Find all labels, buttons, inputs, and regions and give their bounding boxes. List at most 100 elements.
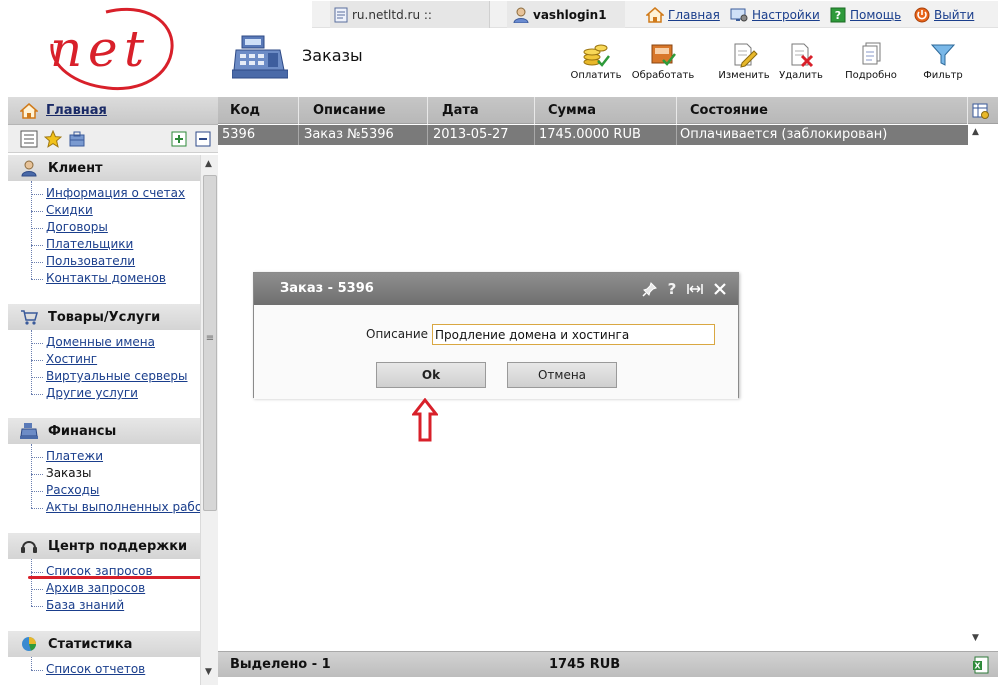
column-header-date[interactable]: Дата xyxy=(429,97,535,124)
top-bar: n e t ru.netltd.ru :: vashlogin1 Главная… xyxy=(0,0,998,97)
menu-item-contracts[interactable]: Договоры xyxy=(31,219,200,236)
dialog-header[interactable]: Заказ - 5396 ? xyxy=(254,273,738,305)
menu-group-services-title: Товары/Услуги xyxy=(48,309,161,325)
details-button[interactable]: Подробно xyxy=(838,42,904,86)
host-box: ru.netltd.ru :: xyxy=(330,1,490,28)
power-icon xyxy=(914,7,930,23)
menu-item-accounts[interactable]: Информация о счетах xyxy=(31,185,200,202)
home-icon xyxy=(20,102,38,119)
top-link-logout[interactable]: Выйти xyxy=(914,5,974,25)
menu-item-users[interactable]: Пользователи xyxy=(31,253,200,270)
sidebar-toolbar xyxy=(8,125,218,153)
excel-export-icon[interactable]: X xyxy=(972,656,990,674)
menu-group-finance-header[interactable]: Финансы xyxy=(8,418,200,444)
menu-group-services: Товары/Услуги Доменные имена Хостинг Вир… xyxy=(8,304,200,402)
cell-date: 2013-05-27 xyxy=(429,125,535,145)
menu-item-orders[interactable]: Заказы xyxy=(31,465,200,482)
help-question-icon[interactable]: ? xyxy=(666,281,678,297)
grid-scroll-down-arrow-icon[interactable]: ▼ xyxy=(972,633,979,643)
delete-button[interactable]: Удалить xyxy=(768,42,834,86)
menu-item-discounts[interactable]: Скидки xyxy=(31,202,200,219)
cash-register-icon xyxy=(232,35,288,79)
up-arrow-annotation-icon xyxy=(412,398,438,442)
menu-item-expenses[interactable]: Расходы xyxy=(31,482,200,499)
scroll-up-arrow-icon[interactable]: ▲ xyxy=(205,159,212,169)
menu-item-domain-contacts[interactable]: Контакты доменов xyxy=(31,270,200,287)
process-button[interactable]: Обработать xyxy=(630,42,696,86)
delete-icon xyxy=(791,43,814,68)
pin-icon[interactable] xyxy=(642,281,658,297)
top-link-home[interactable]: Главная xyxy=(646,5,720,25)
pay-button-label: Оплатить xyxy=(570,70,622,81)
column-header-description[interactable]: Описание xyxy=(300,97,428,124)
user-name: vashlogin1 xyxy=(533,8,607,22)
description-label: Описание xyxy=(366,327,429,341)
collapse-all-icon[interactable] xyxy=(194,130,212,148)
top-link-settings-label: Настройки xyxy=(752,8,820,22)
svg-text:t: t xyxy=(124,20,145,78)
help-icon: ? xyxy=(830,7,846,23)
scroll-down-arrow-icon[interactable]: ▼ xyxy=(205,667,212,677)
top-link-help[interactable]: ? Помощь xyxy=(830,5,901,25)
menu-group-statistics-title: Статистика xyxy=(48,636,133,652)
grid-scroll-up-arrow-icon[interactable]: ▲ xyxy=(972,127,979,137)
menu-item-acts[interactable]: Акты выполненных работ xyxy=(31,499,200,516)
edit-button-label: Изменить xyxy=(718,70,770,81)
menu-item-ticket-archive[interactable]: Архив запросов xyxy=(31,580,200,597)
menu-group-finance: Финансы Платежи Заказы Расходы Акты выпо… xyxy=(8,418,200,516)
cart-icon xyxy=(21,310,38,325)
details-icon xyxy=(862,42,881,65)
cancel-button[interactable]: Отмена xyxy=(507,362,617,388)
resize-width-icon[interactable] xyxy=(686,281,704,297)
cell-sum: 1745.0000 RUB xyxy=(536,125,677,145)
menu-group-support-header[interactable]: Центр поддержки xyxy=(8,533,200,559)
ok-button[interactable]: Ok xyxy=(376,362,486,388)
menu-group-statistics-header[interactable]: Статистика xyxy=(8,631,200,657)
svg-text:?: ? xyxy=(835,9,841,22)
sidebar: Главная Клиент Информация о счетах Скидк… xyxy=(8,97,218,685)
menu-item-domains[interactable]: Доменные имена xyxy=(31,334,200,351)
menu-group-statistics-items: Список отчетов xyxy=(8,657,200,678)
menu-item-vps[interactable]: Виртуальные серверы xyxy=(31,368,200,385)
grid-scrollbar[interactable]: ▲ ▼ xyxy=(968,125,984,651)
svg-text:X: X xyxy=(974,662,981,671)
menu-item-knowledge-base[interactable]: База знаний xyxy=(31,597,200,614)
expand-all-icon[interactable] xyxy=(170,130,188,148)
pay-button[interactable]: Оплатить xyxy=(563,42,629,86)
process-button-label: Обработать xyxy=(631,70,695,81)
menu-item-payers[interactable]: Плательщики xyxy=(31,236,200,253)
top-links-bar: ru.netltd.ru :: vashlogin1 Главная Настр… xyxy=(312,1,998,28)
filter-icon xyxy=(930,44,956,66)
scroll-grip-icon: ≡ xyxy=(205,333,215,344)
chart-icon xyxy=(22,637,36,651)
filter-button[interactable]: Фильтр xyxy=(910,42,976,86)
user-box: vashlogin1 xyxy=(507,1,625,28)
column-header-code[interactable]: Код xyxy=(218,97,299,124)
list-view-icon[interactable] xyxy=(20,130,38,148)
top-link-settings[interactable]: Настройки xyxy=(730,5,820,25)
menu-group-services-header[interactable]: Товары/Услуги xyxy=(8,304,200,330)
menu-group-client-header[interactable]: Клиент xyxy=(8,155,200,181)
menu-group-finance-title: Финансы xyxy=(48,423,117,439)
delete-button-label: Удалить xyxy=(779,70,823,81)
sidebar-scrollbar[interactable]: ▲ ≡ ▼ xyxy=(200,155,218,685)
menu-group-client: Клиент Информация о счетах Скидки Догово… xyxy=(8,155,200,287)
sidebar-home[interactable]: Главная xyxy=(8,97,218,125)
client-icon xyxy=(21,160,37,177)
menu-item-reports[interactable]: Список отчетов xyxy=(31,661,200,678)
favorites-star-icon[interactable] xyxy=(44,130,62,148)
host-indicator: ru.netltd.ru :: xyxy=(334,5,432,25)
column-settings-icon[interactable] xyxy=(972,102,990,120)
description-input[interactable] xyxy=(432,324,715,345)
column-header-status[interactable]: Состояние xyxy=(678,97,968,124)
briefcase-icon[interactable] xyxy=(68,130,86,148)
menu-item-other-services[interactable]: Другие услуги xyxy=(31,385,200,402)
close-icon[interactable] xyxy=(712,281,728,297)
home-icon xyxy=(646,7,664,23)
menu-item-hosting[interactable]: Хостинг xyxy=(31,351,200,368)
top-link-logout-label: Выйти xyxy=(934,8,975,22)
table-row[interactable]: 5396 Заказ №5396 2013-05-27 1745.0000 RU… xyxy=(218,125,968,145)
menu-item-payments[interactable]: Платежи xyxy=(31,448,200,465)
dialog-body: Описание Ok Отмена xyxy=(254,305,738,399)
column-header-sum[interactable]: Сумма xyxy=(536,97,677,124)
